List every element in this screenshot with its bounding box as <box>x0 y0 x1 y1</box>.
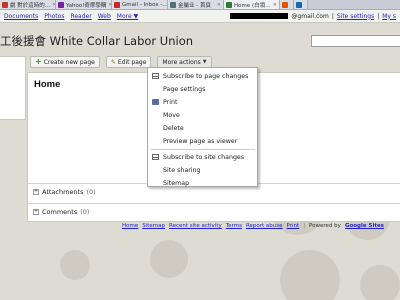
menu-item-move[interactable]: Move <box>148 109 257 121</box>
comments-section[interactable]: + Comments (0) <box>28 203 400 219</box>
menu-item-preview-as-viewer[interactable]: Preview page as viewer <box>148 135 257 147</box>
edit-page-label: Edit page <box>117 58 147 66</box>
menu-item-label: Page settings <box>163 85 206 93</box>
powered-by-text: Powered by <box>309 223 341 229</box>
browser-tab-strip: 劇 對於這時的… ✕ Yahoo!奇摩學購 ✕ Gmail - Inbox -…… <box>0 0 400 10</box>
plus-icon: + <box>35 57 42 66</box>
browser-tab[interactable]: 劇 對於這時的… ✕ <box>0 0 56 9</box>
chevron-down-icon: ▼ <box>202 59 207 65</box>
tab-label: Yahoo!奇摩學購 <box>66 3 107 9</box>
my-sites-link[interactable]: My s <box>382 13 396 20</box>
menu-item-sitemap[interactable]: Sitemap <box>148 177 257 189</box>
tab-label: Home (白領… <box>234 3 271 9</box>
comments-label: Comments <box>42 207 78 216</box>
redacted-email <box>230 13 289 19</box>
printer-icon <box>152 99 159 105</box>
menu-item-delete[interactable]: Delete <box>148 122 257 134</box>
sidebar <box>0 56 26 120</box>
more-actions-menu: Subscribe to page changes Page settings … <box>147 67 258 187</box>
expand-icon[interactable]: + <box>33 208 39 215</box>
footer-link-home[interactable]: Home <box>122 223 138 229</box>
envelope-icon <box>152 73 159 79</box>
menu-divider <box>151 149 255 150</box>
menu-item-subscribe-site[interactable]: Subscribe to site changes <box>148 151 257 163</box>
footer-link-recent-activity[interactable]: Recent site activity <box>169 223 222 229</box>
menu-item-print[interactable]: Print <box>148 96 257 108</box>
gbar-link-documents[interactable]: Documents <box>4 13 38 20</box>
gbar-link-reader[interactable]: Reader <box>70 13 91 20</box>
menu-item-label: Subscribe to page changes <box>163 72 249 80</box>
menu-item-site-sharing[interactable]: Site sharing <box>148 164 257 176</box>
site-settings-link[interactable]: Site settings <box>337 13 374 20</box>
create-page-label: Create new page <box>43 58 95 66</box>
gbar-separator: | <box>377 12 380 20</box>
gbar-link-photos[interactable]: Photos <box>44 13 64 20</box>
menu-item-label: Move <box>163 111 180 119</box>
footer-separator: | <box>303 223 306 229</box>
browser-tab[interactable] <box>280 0 294 9</box>
background-circle <box>60 250 90 280</box>
browser-tab[interactable]: Yahoo!奇摩學購 ✕ <box>56 0 112 9</box>
tab-favicon-icon <box>114 2 120 8</box>
background-circle <box>150 240 188 278</box>
google-bar: Documents Photos Reader Web More ▼ @gmai… <box>0 10 400 23</box>
attachments-count: (0) <box>86 187 96 196</box>
expand-icon[interactable]: + <box>33 188 39 195</box>
attachments-label: Attachments <box>42 187 84 196</box>
close-icon[interactable]: ✕ <box>217 2 221 8</box>
browser-tab[interactable]: 金屬业 - 首頁 ✕ <box>168 0 224 9</box>
tab-favicon-icon <box>226 2 232 8</box>
comments-count: (0) <box>80 207 90 216</box>
browser-tab-active[interactable]: Home (白領… ✕ <box>224 0 280 9</box>
tab-favicon-icon <box>58 2 64 8</box>
menu-item-label: Print <box>163 98 178 106</box>
gbar-link-web[interactable]: Web <box>98 13 111 20</box>
menu-item-label: Delete <box>163 124 184 132</box>
close-icon[interactable]: ✕ <box>273 2 277 8</box>
footer-link-sitemap[interactable]: Sitemap <box>142 223 165 229</box>
footer-link-report-abuse[interactable]: Report abuse <box>246 223 283 229</box>
envelope-icon <box>152 154 159 160</box>
background-circle <box>280 250 340 300</box>
menu-item-label: Site sharing <box>163 166 201 174</box>
search-input[interactable] <box>311 35 400 47</box>
tab-label: 劇 對於這時的… <box>10 3 51 9</box>
gbar-separator: | <box>331 12 334 20</box>
background-circle <box>360 265 400 300</box>
account-email-suffix: @gmail.com <box>291 12 329 20</box>
tab-favicon-icon <box>296 2 302 8</box>
gbar-link-more[interactable]: More ▼ <box>117 13 138 20</box>
page-title: Home <box>34 79 61 90</box>
tab-favicon-icon <box>170 2 176 8</box>
menu-item-page-settings[interactable]: Page settings <box>148 83 257 95</box>
site-title: 工後援會 White Collar Labor Union <box>0 34 194 48</box>
tab-label: 金屬业 - 首頁 <box>178 3 211 9</box>
menu-item-label: Preview page as viewer <box>163 137 238 145</box>
menu-item-subscribe-page[interactable]: Subscribe to page changes <box>148 70 257 82</box>
menu-item-label: Subscribe to site changes <box>163 153 245 161</box>
footer-link-terms[interactable]: Terms <box>226 223 242 229</box>
create-new-page-button[interactable]: + Create new page <box>30 56 100 68</box>
site-footer: Home Sitemap Recent site activity Terms … <box>122 223 384 229</box>
more-actions-label: More actions <box>162 58 201 66</box>
tab-favicon-icon <box>2 2 8 8</box>
menu-item-label: Sitemap <box>163 179 190 187</box>
edit-page-button[interactable]: ✎ Edit page <box>105 56 152 68</box>
browser-tab[interactable] <box>294 0 308 9</box>
tab-label: Gmail - Inbox -… <box>122 2 168 8</box>
google-sites-link[interactable]: Google Sites <box>345 223 384 229</box>
browser-tab[interactable]: Gmail - Inbox -… ✕ <box>112 0 168 9</box>
tab-favicon-icon <box>282 2 288 8</box>
pencil-icon: ✎ <box>110 58 116 66</box>
footer-link-print[interactable]: Print <box>287 223 300 229</box>
